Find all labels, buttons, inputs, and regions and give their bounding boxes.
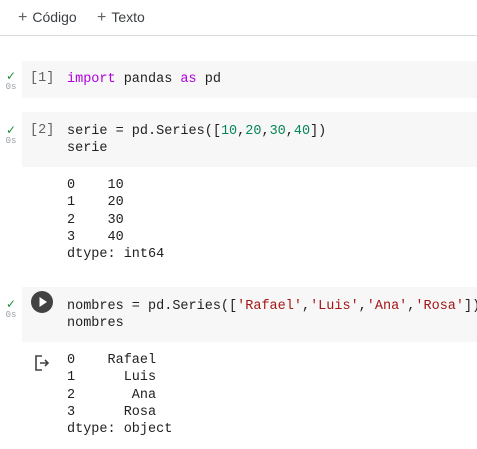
run-cell-button[interactable]	[31, 291, 53, 313]
add-text-button[interactable]: + Texto	[97, 9, 145, 27]
check-icon: ✓	[5, 69, 17, 83]
exec-time: 0s	[5, 82, 17, 92]
add-text-label: Texto	[111, 9, 145, 25]
check-icon: ✓	[5, 123, 17, 137]
notebook-toolbar: + Código + Texto	[0, 0, 477, 36]
keyword: import	[67, 72, 116, 87]
code-cell-1[interactable]: [1] import pandas as pd	[22, 61, 477, 98]
cell-2-output: 0 10 1 20 2 30 3 40 dtype: int64	[67, 178, 165, 263]
code-editor[interactable]: serie = pd.Series([10,20,30,40]) serie	[67, 123, 326, 157]
plus-icon: +	[18, 9, 28, 26]
code-cell-2[interactable]: [2] serie = pd.Series([10,20,30,40]) ser…	[22, 112, 477, 167]
add-code-label: Código	[32, 9, 77, 25]
cell-2-status: ✓ 0s	[3, 124, 19, 146]
run-icon	[39, 297, 47, 307]
add-code-button[interactable]: + Código	[18, 9, 77, 27]
cell-1-status: ✓ 0s	[3, 70, 19, 92]
output-redirect-icon[interactable]	[33, 354, 51, 372]
code-cell-3[interactable]: nombres = pd.Series(['Rafael','Luis','An…	[22, 287, 477, 342]
check-icon: ✓	[5, 297, 17, 311]
execution-count: [2]	[30, 123, 55, 138]
exec-time: 0s	[5, 136, 17, 146]
cell-3-output: 0 Rafael 1 Luis 2 Ana 3 Rosa dtype: object	[67, 353, 173, 438]
execution-count: [1]	[30, 71, 55, 86]
code-editor[interactable]: import pandas as pd	[67, 71, 221, 88]
exec-time: 0s	[5, 310, 17, 320]
keyword: as	[180, 72, 197, 87]
code-editor[interactable]: nombres = pd.Series(['Rafael','Luis','An…	[67, 298, 477, 332]
plus-icon: +	[97, 9, 107, 26]
cell-3-status: ✓ 0s	[3, 298, 19, 320]
